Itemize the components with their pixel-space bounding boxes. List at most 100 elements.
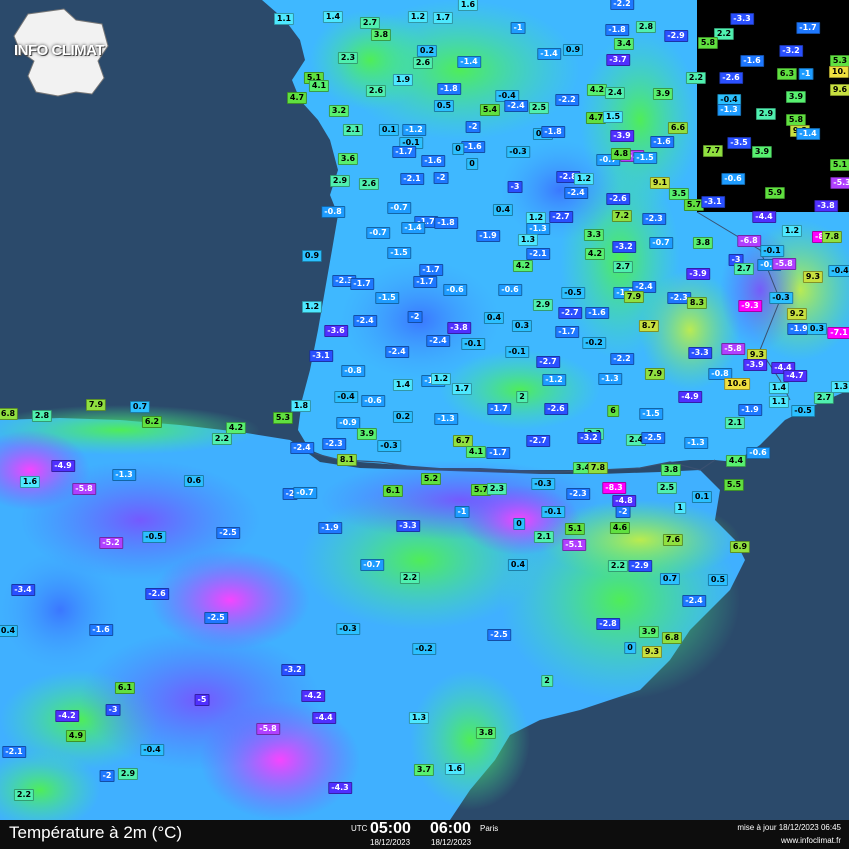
station-label: 2.4 bbox=[604, 87, 626, 99]
inset-station-label: 10. bbox=[828, 66, 849, 78]
station-label: 3.8 bbox=[692, 237, 714, 249]
station-label: -1.8 bbox=[605, 24, 629, 36]
station-label: -2 bbox=[465, 121, 481, 133]
station-label: -0.3 bbox=[506, 146, 530, 158]
station-label: -3.2 bbox=[612, 241, 636, 253]
station-label: 4.4 bbox=[725, 455, 747, 467]
station-label: -0.7 bbox=[293, 487, 317, 499]
station-label: 2.5 bbox=[528, 102, 550, 114]
station-label: 1.1 bbox=[273, 13, 295, 25]
station-label: 1.6 bbox=[457, 0, 479, 11]
station-label: 6.6 bbox=[667, 122, 689, 134]
station-label: 2.1 bbox=[724, 417, 746, 429]
inset-station-label: -1 bbox=[798, 68, 814, 80]
station-label: 7.2 bbox=[611, 210, 633, 222]
station-label: 2.1 bbox=[533, 531, 555, 543]
station-label: 1.3 bbox=[408, 712, 430, 724]
station-label: 2.7 bbox=[813, 392, 835, 404]
station-label: -2.7 bbox=[558, 307, 582, 319]
station-label: -1 bbox=[510, 22, 526, 34]
station-label: -8.3 bbox=[602, 482, 626, 494]
station-label: 4.2 bbox=[584, 248, 606, 260]
station-label: 2.7 bbox=[612, 261, 634, 273]
station-label: -1.8 bbox=[541, 126, 565, 138]
station-label: -0.5 bbox=[142, 531, 166, 543]
station-label: -0.8 bbox=[341, 365, 365, 377]
infoclimat-logo: INFO CLIMAT bbox=[6, 6, 121, 101]
station-label: -1.9 bbox=[738, 404, 762, 416]
station-label: 2.7 bbox=[359, 17, 381, 29]
station-label: -7.1 bbox=[827, 327, 849, 339]
station-label: 0.1 bbox=[691, 491, 713, 503]
inset-station-label: 5.8 bbox=[697, 37, 719, 49]
station-label: -1.4 bbox=[457, 56, 481, 68]
station-label: -0.3 bbox=[377, 440, 401, 452]
station-label: 2.8 bbox=[31, 410, 53, 422]
station-label: 8.7 bbox=[638, 320, 660, 332]
station-label: -3.9 bbox=[743, 359, 767, 371]
station-label: -0.9 bbox=[336, 417, 360, 429]
station-label: -0.8 bbox=[321, 206, 345, 218]
station-label: -3.2 bbox=[577, 432, 601, 444]
station-label: 9.3 bbox=[641, 646, 663, 658]
station-label: -0.4 bbox=[828, 265, 849, 277]
station-label: 4.6 bbox=[609, 522, 631, 534]
station-label: 1.5 bbox=[602, 111, 624, 123]
station-label: -1.6 bbox=[461, 141, 485, 153]
station-label: 0.3 bbox=[806, 323, 828, 335]
station-label: 4.9 bbox=[65, 730, 87, 742]
station-label: -3.1 bbox=[309, 350, 333, 362]
station-label: 0 bbox=[513, 518, 525, 530]
station-label: 7.9 bbox=[85, 399, 107, 411]
station-label: -3 bbox=[105, 704, 121, 716]
station-label: -1.7 bbox=[419, 264, 443, 276]
station-label: -2.4 bbox=[290, 442, 314, 454]
station-label: 6.2 bbox=[141, 416, 163, 428]
station-label: -5.8 bbox=[721, 343, 745, 355]
station-label: -5.1 bbox=[562, 539, 586, 551]
station-label: 1.4 bbox=[322, 11, 344, 23]
station-label: 1.3 bbox=[830, 381, 849, 393]
station-label: 1 bbox=[674, 502, 686, 514]
inset-station-label: -1.7 bbox=[796, 22, 820, 34]
station-label: 10.6 bbox=[724, 378, 750, 390]
station-label: -2 bbox=[615, 506, 631, 518]
station-label: 0.2 bbox=[392, 411, 414, 423]
station-label: 0.4 bbox=[0, 625, 19, 637]
station-label: -0.5 bbox=[791, 405, 815, 417]
station-label: 5.3 bbox=[272, 412, 294, 424]
station-label: 9.1 bbox=[649, 177, 671, 189]
station-label: 6.9 bbox=[729, 541, 751, 553]
station-label: -3.8 bbox=[447, 322, 471, 334]
station-label: 1.2 bbox=[573, 173, 595, 185]
station-label: 3.9 bbox=[356, 428, 378, 440]
station-label: -2.6 bbox=[544, 403, 568, 415]
station-label: 2.3 bbox=[486, 483, 508, 495]
station-label: -1.7 bbox=[486, 447, 510, 459]
station-label: -3.1 bbox=[701, 196, 725, 208]
station-label: 3.8 bbox=[475, 727, 497, 739]
station-label: 0 bbox=[466, 158, 478, 170]
station-label: 7.9 bbox=[623, 291, 645, 303]
station-label: -0.6 bbox=[746, 447, 770, 459]
station-label: 6.8 bbox=[0, 408, 19, 420]
site-url[interactable]: www.infoclimat.fr bbox=[781, 836, 841, 845]
station-label: -0.2 bbox=[412, 643, 436, 655]
inset-station-label: 5.1 bbox=[829, 159, 849, 171]
station-label: -0.7 bbox=[366, 227, 390, 239]
station-label: 3.7 bbox=[413, 764, 435, 776]
station-label: 2.2 bbox=[685, 72, 707, 84]
station-label: -4.9 bbox=[51, 460, 75, 472]
station-label: 2.2 bbox=[399, 572, 421, 584]
station-label: 2 bbox=[516, 391, 528, 403]
station-label: -3.2 bbox=[281, 664, 305, 676]
station-label: 2 bbox=[541, 675, 553, 687]
station-label: -1.7 bbox=[487, 403, 511, 415]
station-label: 1.4 bbox=[392, 379, 414, 391]
station-label: 2.8 bbox=[635, 21, 657, 33]
station-label: 0.9 bbox=[301, 250, 323, 262]
station-label: -2.3 bbox=[322, 438, 346, 450]
station-label: -3.9 bbox=[686, 268, 710, 280]
station-label: -5.8 bbox=[72, 483, 96, 495]
station-label: -1.4 bbox=[537, 48, 561, 60]
